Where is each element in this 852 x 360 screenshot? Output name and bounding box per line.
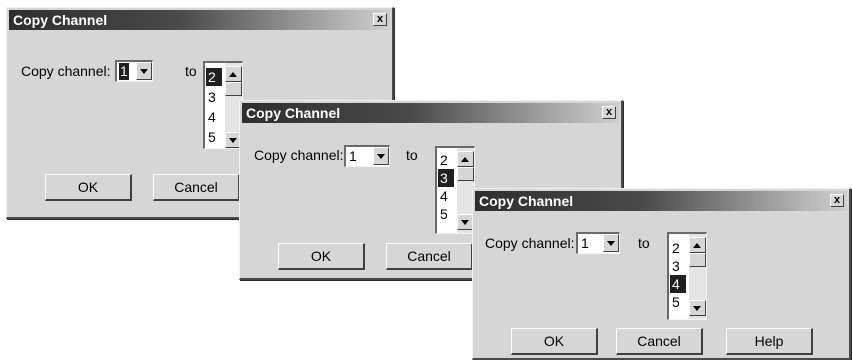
copy-channel-label: Copy channel: [254, 147, 344, 163]
dialog-title: Copy Channel [479, 193, 574, 209]
scroll-thumb[interactable] [457, 167, 474, 181]
cancel-button[interactable]: Cancel [616, 328, 703, 355]
close-button[interactable]: x [602, 106, 616, 119]
source-channel-select[interactable]: 1 [344, 145, 390, 167]
cancel-button[interactable]: Cancel [386, 243, 473, 270]
scroll-down-button[interactable] [689, 300, 706, 316]
copy-channel-label: Copy channel: [485, 235, 575, 251]
source-channel-value: 1 [119, 63, 129, 80]
list-item[interactable]: 5 [206, 128, 222, 146]
list-item[interactable]: 2 [670, 239, 686, 257]
list-item[interactable]: 4 [206, 108, 222, 126]
scroll-thumb[interactable] [689, 253, 706, 267]
source-channel-value: 1 [349, 148, 357, 164]
copy-channel-dialog-3: Copy Channel x Copy channel: 1 to 2 3 4 … [472, 188, 851, 360]
dialog-title: Copy Channel [246, 105, 341, 121]
title-bar[interactable]: Copy Channel x [9, 10, 390, 30]
copy-channel-label: Copy channel: [21, 63, 111, 79]
arrow-down-icon [693, 306, 701, 311]
scroll-up-button[interactable] [457, 151, 474, 167]
ok-button[interactable]: OK [45, 174, 132, 201]
arrow-up-icon [461, 157, 469, 162]
close-button[interactable]: x [373, 13, 387, 26]
target-channel-list[interactable]: 2 3 4 5 [435, 146, 475, 234]
target-channel-list[interactable]: 2 3 4 5 [667, 232, 707, 320]
list-item[interactable]: 3 [206, 88, 222, 106]
scroll-up-button[interactable] [225, 66, 242, 82]
to-label: to [185, 63, 197, 79]
title-bar[interactable]: Copy Channel x [242, 103, 619, 123]
chevron-down-icon [140, 69, 148, 74]
close-icon: x [376, 13, 384, 25]
source-channel-select[interactable]: 1 [115, 60, 153, 82]
list-item[interactable]: 2 [438, 151, 454, 169]
arrow-down-icon [461, 220, 469, 225]
arrow-up-icon [229, 72, 237, 77]
ok-button[interactable]: OK [278, 243, 365, 270]
list-item[interactable]: 2 [206, 68, 222, 86]
chevron-down-icon [377, 154, 385, 159]
source-channel-value: 1 [581, 235, 589, 251]
source-channel-select[interactable]: 1 [576, 232, 620, 254]
to-label: to [638, 235, 650, 251]
arrow-up-icon [693, 243, 701, 248]
target-channel-list[interactable]: 2 3 4 5 [203, 61, 243, 149]
close-icon: x [833, 194, 841, 206]
dropdown-button[interactable] [373, 147, 389, 165]
list-item[interactable]: 4 [438, 187, 454, 205]
scroll-up-button[interactable] [689, 237, 706, 253]
cancel-button[interactable]: Cancel [153, 174, 240, 201]
ok-button[interactable]: OK [511, 328, 598, 355]
list-item[interactable]: 3 [670, 257, 686, 275]
dialog-title: Copy Channel [13, 12, 108, 28]
close-icon: x [605, 106, 613, 118]
list-item[interactable]: 3 [438, 169, 454, 187]
to-label: to [406, 147, 418, 163]
help-button[interactable]: Help [726, 328, 813, 355]
list-item[interactable]: 4 [670, 275, 686, 293]
title-bar[interactable]: Copy Channel x [475, 191, 847, 211]
scrollbar[interactable] [689, 234, 706, 319]
dropdown-button[interactable] [136, 62, 152, 80]
dropdown-button[interactable] [603, 234, 619, 252]
arrow-down-icon [229, 138, 237, 143]
list-item[interactable]: 5 [670, 293, 686, 311]
scroll-thumb[interactable] [225, 82, 242, 96]
chevron-down-icon [607, 241, 615, 246]
list-item[interactable]: 5 [438, 205, 454, 223]
close-button[interactable]: x [830, 194, 844, 207]
